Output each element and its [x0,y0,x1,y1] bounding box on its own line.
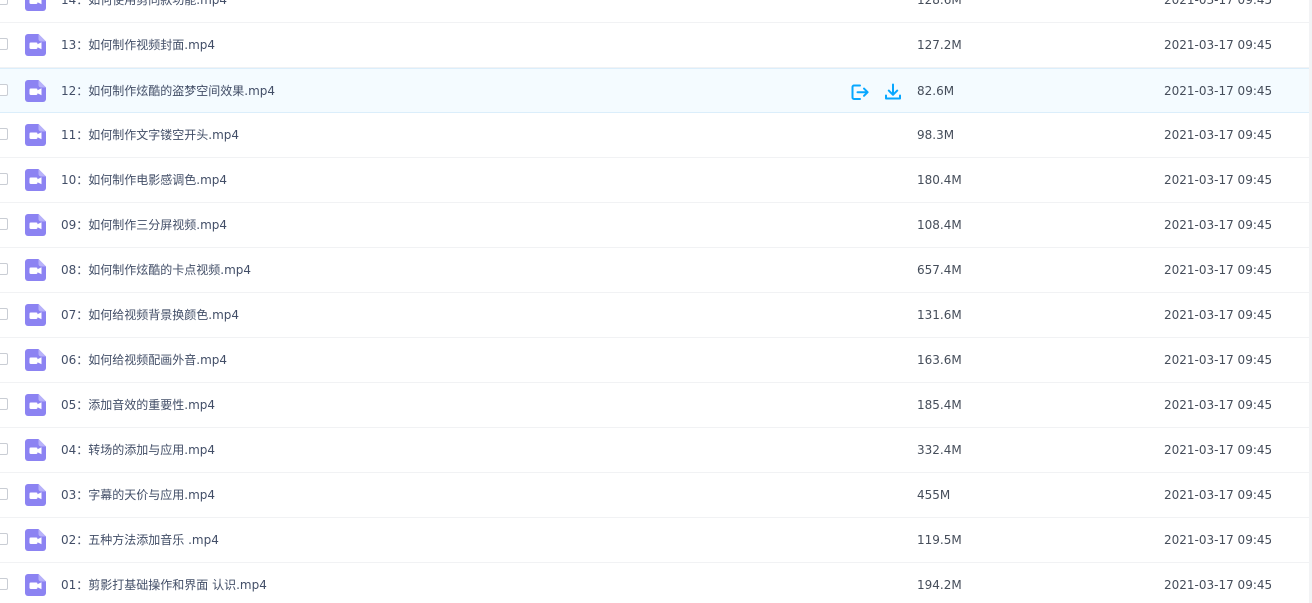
file-row[interactable]: 11：如何制作文字镂空开头.mp4 98.3M 2021-03-17 09:45 [0,113,1312,158]
file-size: 657.4M [917,263,962,277]
file-size: 82.6M [917,84,955,98]
file-size: 119.5M [917,533,962,547]
row-checkbox[interactable] [0,128,8,140]
video-file-icon [25,124,46,146]
row-checkbox[interactable] [0,578,8,590]
file-row[interactable]: 13：如何制作视频封面.mp4 127.2M 2021-03-17 09:45 [0,23,1312,68]
file-row[interactable]: 03：字幕的天价与应用.mp4 455M 2021-03-17 09:45 [0,473,1312,518]
file-name-link[interactable]: 02：五种方法添加音乐 .mp4 [61,518,219,563]
file-list: 14：如何使用剪同款功能.mp4 128.6M 2021-03-17 09:45 13… [0,0,1312,603]
video-file-icon [25,484,46,506]
file-rows: 14：如何使用剪同款功能.mp4 128.6M 2021-03-17 09:45 13… [0,0,1312,603]
file-row[interactable]: 12：如何制作炫酷的盗梦空间效果.mp4 82.6M 2021-03-17 09:4… [0,68,1312,113]
file-modified-date: 2021-03-17 09:45 [1164,488,1273,502]
file-name-link[interactable]: 05：添加音效的重要性.mp4 [61,383,215,428]
file-name-link[interactable]: 08：如何制作炫酷的卡点视频.mp4 [61,248,251,293]
file-row[interactable]: 10：如何制作电影感调色.mp4 180.4M 2021-03-17 09:45 [0,158,1312,203]
file-name-link[interactable]: 06：如何给视频配画外音.mp4 [61,338,227,383]
video-file-icon [25,394,46,416]
file-size: 108.4M [917,218,962,232]
file-size: 128.6M [917,0,962,7]
file-size: 194.2M [917,578,962,592]
share-icon[interactable] [849,81,871,103]
row-checkbox[interactable] [0,308,8,320]
file-row[interactable]: 06：如何给视频配画外音.mp4 163.6M 2021-03-17 09:45 [0,338,1312,383]
file-modified-date: 2021-03-17 09:45 [1164,353,1273,367]
video-file-icon [25,34,46,56]
video-file-icon [25,214,46,236]
file-name-link[interactable]: 01：剪影打基础操作和界面 认识.mp4 [61,563,267,603]
file-modified-date: 2021-03-17 09:45 [1164,578,1273,592]
file-modified-date: 2021-03-17 09:45 [1164,173,1273,187]
file-modified-date: 2021-03-17 09:45 [1164,533,1273,547]
row-checkbox[interactable] [0,173,8,185]
file-name-link[interactable]: 14：如何使用剪同款功能.mp4 [61,0,227,23]
file-name-link[interactable]: 04：转场的添加与应用.mp4 [61,428,215,473]
file-modified-date: 2021-03-17 09:45 [1164,0,1273,7]
file-modified-date: 2021-03-17 09:45 [1164,128,1273,142]
video-file-icon [25,574,46,596]
download-icon[interactable] [882,81,904,103]
row-checkbox[interactable] [0,353,8,365]
row-checkbox[interactable] [0,84,8,96]
file-size: 127.2M [917,38,962,52]
file-row[interactable]: 01：剪影打基础操作和界面 认识.mp4 194.2M 2021-03-17 09:… [0,563,1312,603]
row-checkbox[interactable] [0,38,8,50]
row-checkbox[interactable] [0,218,8,230]
file-modified-date: 2021-03-17 09:45 [1164,398,1273,412]
file-name-link[interactable]: 11：如何制作文字镂空开头.mp4 [61,113,239,158]
file-size: 98.3M [917,128,955,142]
file-row[interactable]: 02：五种方法添加音乐 .mp4 119.5M 2021-03-17 09:45 [0,518,1312,563]
video-file-icon [25,304,46,326]
file-size: 332.4M [917,443,962,457]
file-row[interactable]: 09：如何制作三分屏视频.mp4 108.4M 2021-03-17 09:45 [0,203,1312,248]
row-checkbox[interactable] [0,443,8,455]
file-name-link[interactable]: 09：如何制作三分屏视频.mp4 [61,203,227,248]
file-row[interactable]: 08：如何制作炫酷的卡点视频.mp4 657.4M 2021-03-17 09:45 [0,248,1312,293]
file-size: 131.6M [917,308,962,322]
file-name-link[interactable]: 12：如何制作炫酷的盗梦空间效果.mp4 [61,69,275,114]
file-row[interactable]: 05：添加音效的重要性.mp4 185.4M 2021-03-17 09:45 [0,383,1312,428]
file-name-link[interactable]: 13：如何制作视频封面.mp4 [61,23,215,68]
file-modified-date: 2021-03-17 09:45 [1164,218,1273,232]
row-checkbox[interactable] [0,398,8,410]
file-size: 163.6M [917,353,962,367]
video-file-icon [25,349,46,371]
row-checkbox[interactable] [0,488,8,500]
row-checkbox[interactable] [0,0,8,5]
file-name-link[interactable]: 10：如何制作电影感调色.mp4 [61,158,227,203]
file-size: 455M [917,488,951,502]
file-modified-date: 2021-03-17 09:45 [1164,443,1273,457]
file-name-link[interactable]: 07：如何给视频背景换颜色.mp4 [61,293,239,338]
video-file-icon [25,529,46,551]
file-name-link[interactable]: 03：字幕的天价与应用.mp4 [61,473,215,518]
file-size: 185.4M [917,398,962,412]
video-file-icon [25,259,46,281]
video-file-icon [25,439,46,461]
file-modified-date: 2021-03-17 09:45 [1164,308,1273,322]
file-row[interactable]: 14：如何使用剪同款功能.mp4 128.6M 2021-03-17 09:45 [0,0,1312,23]
video-file-icon [25,80,46,102]
video-file-icon [25,0,46,11]
row-checkbox[interactable] [0,533,8,545]
file-row[interactable]: 07：如何给视频背景换颜色.mp4 131.6M 2021-03-17 09:45 [0,293,1312,338]
file-modified-date: 2021-03-17 09:45 [1164,84,1273,98]
file-row[interactable]: 04：转场的添加与应用.mp4 332.4M 2021-03-17 09:45 [0,428,1312,473]
file-modified-date: 2021-03-17 09:45 [1164,263,1273,277]
video-file-icon [25,169,46,191]
file-modified-date: 2021-03-17 09:45 [1164,38,1273,52]
file-size: 180.4M [917,173,962,187]
row-checkbox[interactable] [0,263,8,275]
